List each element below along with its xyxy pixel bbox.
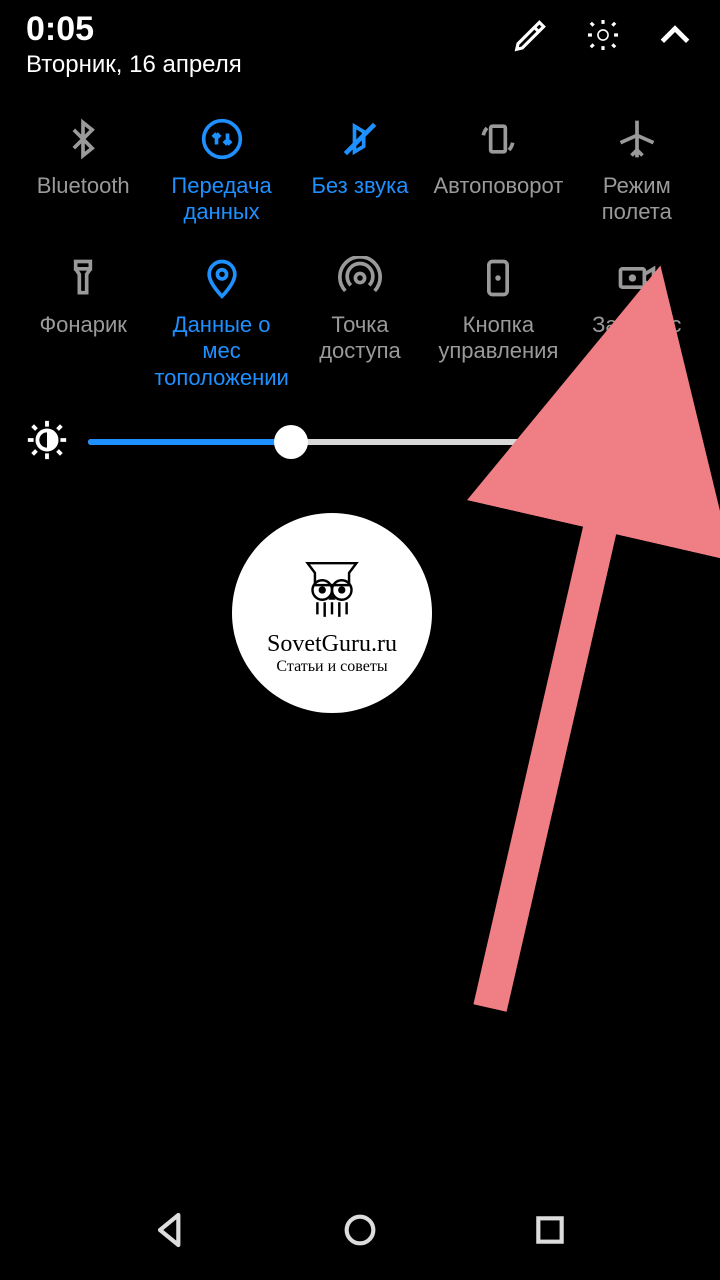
nav-recent-button[interactable] — [530, 1210, 570, 1255]
qs-tile-label: Режим полета — [568, 173, 706, 226]
brightness-icon — [24, 417, 70, 468]
status-header: 0:05 Вторник, 16 апреля — [0, 0, 720, 89]
watermark-title: SovetGuru.ru — [267, 631, 397, 658]
qs-tile-torch[interactable]: Фонарик — [14, 250, 152, 391]
edit-icon[interactable] — [512, 16, 550, 54]
qs-tile-label: Запись с экрана — [592, 312, 681, 365]
chevron-up-icon[interactable] — [656, 16, 694, 54]
torch-icon — [55, 250, 111, 306]
location-icon — [194, 250, 250, 306]
hotspot-icon — [332, 250, 388, 306]
record-icon — [609, 250, 665, 306]
qs-tile-label: Bluetooth — [37, 173, 130, 199]
qs-tile-control[interactable]: Кнопка управления — [429, 250, 567, 391]
qs-tile-location[interactable]: Данные о мес тоположении — [152, 250, 290, 391]
qs-tile-mute[interactable]: Без звука — [291, 111, 429, 226]
qs-tile-label: Фонарик — [39, 312, 127, 338]
qs-tile-label: Точка доступа — [291, 312, 429, 365]
owl-icon — [293, 551, 371, 629]
qs-tile-bluetooth[interactable]: Bluetooth — [14, 111, 152, 226]
rotate-icon — [470, 111, 526, 167]
qs-tile-label: Автоповорот — [433, 173, 563, 199]
quick-settings-grid: Bluetooth Передача данных Без звука Автопов… — [0, 89, 720, 391]
qs-tile-label: Данные о мес тоположении — [152, 312, 290, 391]
brightness-row: Авто — [0, 391, 720, 468]
nav-back-button[interactable] — [150, 1210, 190, 1255]
qs-tile-airplane[interactable]: Режим полета — [568, 111, 706, 226]
toggle-box-icon — [656, 428, 696, 456]
control-icon — [470, 250, 526, 306]
nav-home-button[interactable] — [340, 1210, 380, 1255]
gear-icon[interactable] — [584, 16, 622, 54]
clock-time: 0:05 — [26, 10, 512, 49]
auto-brightness-toggle[interactable]: Авто — [589, 427, 696, 458]
status-date: Вторник, 16 апреля — [26, 51, 512, 79]
qs-tile-label: Без звука — [311, 173, 408, 199]
qs-tile-data[interactable]: Передача данных — [152, 111, 290, 226]
status-actions — [512, 10, 694, 54]
brightness-slider[interactable] — [88, 428, 571, 456]
status-left: 0:05 Вторник, 16 апреля — [26, 10, 512, 79]
android-nav-bar — [0, 1184, 720, 1280]
qs-tile-label: Кнопка управления — [438, 312, 558, 365]
auto-brightness-label: Авто — [589, 427, 646, 458]
qs-tile-label: Передача данных — [171, 173, 271, 226]
qs-tile-hotspot[interactable]: Точка доступа — [291, 250, 429, 391]
airplane-icon — [609, 111, 665, 167]
watermark-badge: SovetGuru.ru Статьи и советы — [232, 513, 432, 713]
qs-tile-record[interactable]: Запись с экрана — [568, 250, 706, 391]
qs-tile-rotate[interactable]: Автоповорот — [429, 111, 567, 226]
mute-icon — [332, 111, 388, 167]
data-icon — [194, 111, 250, 167]
bluetooth-icon — [55, 111, 111, 167]
watermark-subtitle: Статьи и советы — [276, 658, 387, 676]
